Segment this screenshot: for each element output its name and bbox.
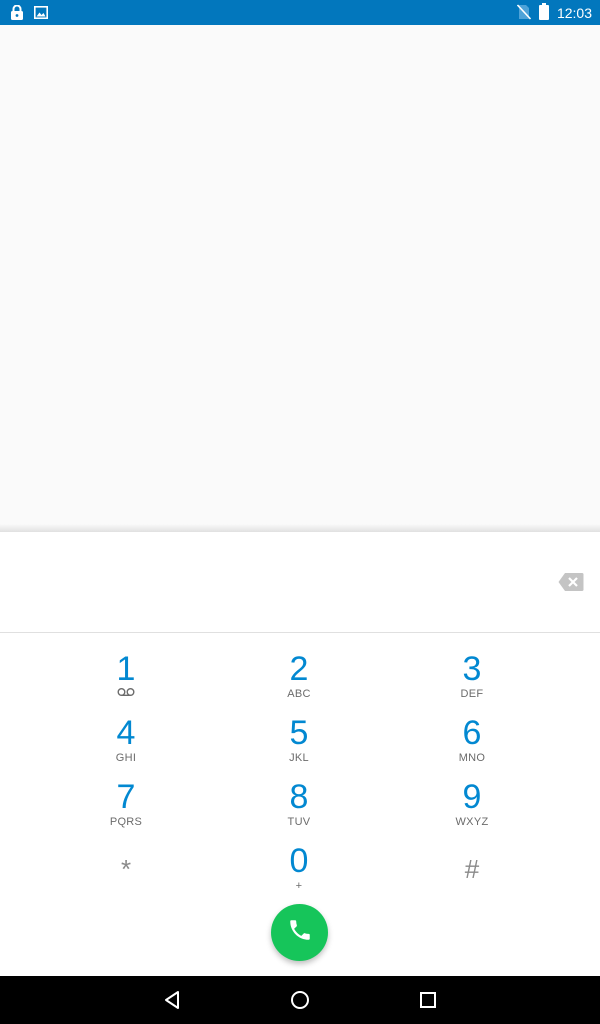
- key-digit: 3: [462, 650, 482, 688]
- key-letters: +: [295, 880, 303, 892]
- key-digit: 1: [116, 650, 136, 688]
- key-digit: #: [464, 854, 480, 884]
- key-2[interactable]: 2 ABC: [219, 651, 379, 715]
- key-letters: WXYZ: [455, 816, 489, 828]
- key-1[interactable]: 1: [46, 651, 206, 715]
- no-sim-icon: [516, 3, 532, 23]
- digits-row: [0, 532, 600, 633]
- content-area: [0, 25, 600, 530]
- recents-icon[interactable]: [416, 988, 440, 1012]
- phone-icon: [287, 917, 313, 948]
- key-digit: 0: [289, 842, 309, 880]
- key-digit: 5: [289, 714, 309, 752]
- dialer-shadow: [0, 524, 600, 532]
- key-letters: MNO: [458, 752, 486, 764]
- key-letters: JKL: [289, 752, 309, 764]
- key-digit: 9: [462, 778, 482, 816]
- key-digit: 6: [462, 714, 482, 752]
- status-bar: 12:03: [0, 0, 600, 25]
- lock-icon: [10, 4, 24, 25]
- key-letters: GHI: [115, 752, 137, 764]
- backspace-icon[interactable]: [558, 572, 584, 592]
- key-9[interactable]: 9 WXYZ: [392, 779, 552, 843]
- key-7[interactable]: 7 PQRS: [46, 779, 206, 843]
- dialpad-panel: 1 2 ABC 3 DEF 4 GHI 5 JKL 6 MNO 7 PQRS 8…: [0, 532, 600, 976]
- battery-icon: [538, 3, 549, 23]
- key-3[interactable]: 3 DEF: [392, 651, 552, 715]
- clock: 12:03: [556, 5, 592, 21]
- key-digit: 7: [116, 778, 136, 816]
- key-letters: DEF: [460, 688, 484, 700]
- key-digit: 2: [289, 650, 309, 688]
- key-pound[interactable]: #: [392, 843, 552, 907]
- voicemail-icon: [46, 687, 206, 701]
- digits-field[interactable]: [20, 552, 544, 614]
- key-5[interactable]: 5 JKL: [219, 715, 379, 779]
- key-4[interactable]: 4 GHI: [46, 715, 206, 779]
- navigation-bar: [0, 976, 600, 1024]
- key-digit: 8: [289, 778, 309, 816]
- key-digit: *: [120, 854, 132, 884]
- key-0[interactable]: 0 +: [219, 843, 379, 907]
- key-letters: TUV: [287, 816, 311, 828]
- back-icon[interactable]: [160, 988, 184, 1012]
- key-letters: PQRS: [109, 816, 143, 828]
- key-letters: ABC: [287, 688, 311, 700]
- image-notification-icon: [34, 6, 48, 24]
- home-icon[interactable]: [288, 988, 312, 1012]
- call-button[interactable]: [271, 904, 328, 961]
- key-star[interactable]: *: [46, 843, 206, 907]
- key-8[interactable]: 8 TUV: [219, 779, 379, 843]
- key-6[interactable]: 6 MNO: [392, 715, 552, 779]
- key-digit: 4: [116, 714, 136, 752]
